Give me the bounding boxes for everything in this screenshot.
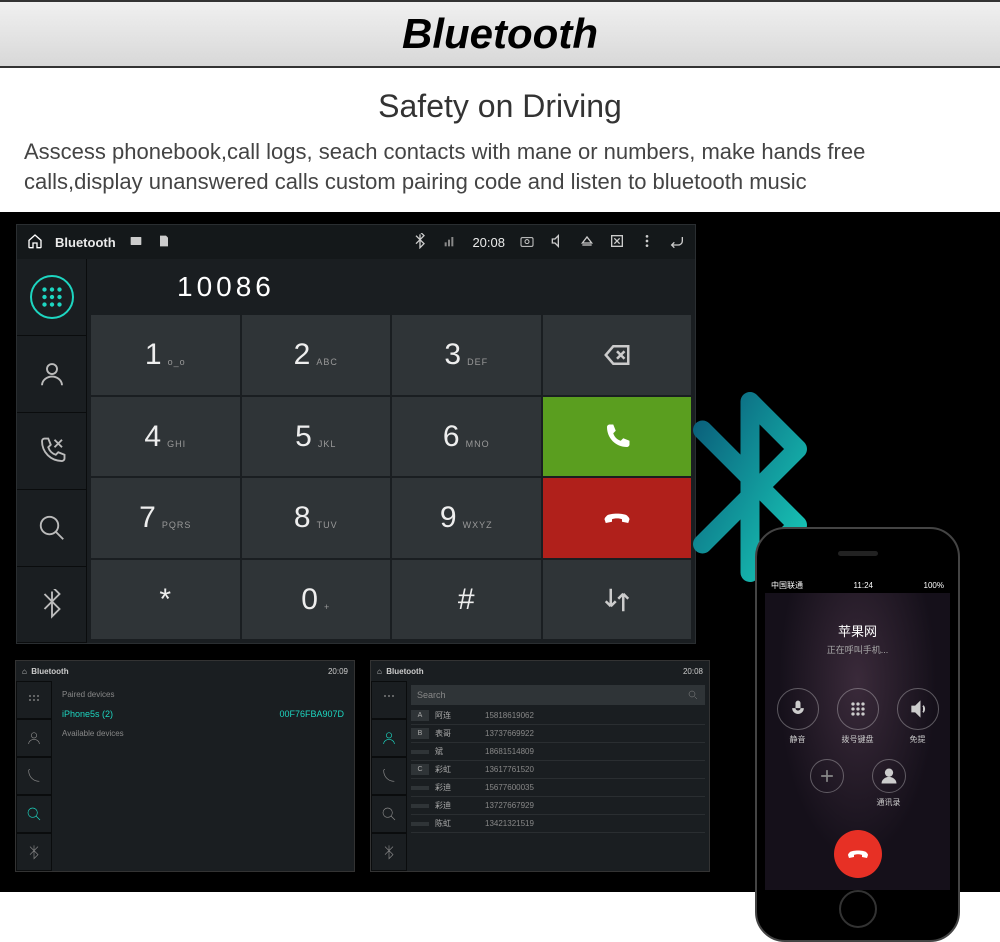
bluetooth-dialer: Bluetooth 20:08: [16, 224, 696, 644]
t1-search[interactable]: [16, 795, 52, 833]
t1-calllog[interactable]: [16, 757, 52, 795]
contacts-button[interactable]: 通讯录: [872, 759, 906, 808]
nav-bluetooth[interactable]: [17, 567, 86, 644]
keypad: 1o_o 2ABC 3DEF 4GHI 5JKL 6MNO 7PQRS 8TUV…: [87, 315, 695, 643]
key-4[interactable]: 4GHI: [91, 397, 240, 477]
back-icon[interactable]: [669, 233, 685, 252]
close-icon[interactable]: [609, 233, 625, 252]
paired-devices-screen: ⌂ Bluetooth20:09 Paired devices iPhone5s…: [15, 660, 355, 872]
subtitle: Safety on Driving: [0, 88, 1000, 125]
call-status: 正在呼叫手机...: [765, 643, 950, 656]
contact-row[interactable]: B表哥13737669922: [411, 725, 705, 743]
description: Asscess phonebook,call logs, seach conta…: [0, 137, 1000, 212]
end-call-button[interactable]: [834, 830, 882, 878]
key-star[interactable]: *: [91, 560, 240, 640]
keypad-button[interactable]: 拨号键盘: [837, 688, 879, 745]
key-8[interactable]: 8TUV: [242, 478, 391, 558]
t1-dialpad[interactable]: [16, 681, 52, 719]
title-bar: Bluetooth: [0, 0, 1000, 68]
key-1[interactable]: 1o_o: [91, 315, 240, 395]
key-7[interactable]: 7PQRS: [91, 478, 240, 558]
key-0[interactable]: 0+: [242, 560, 391, 640]
key-3[interactable]: 3DEF: [392, 315, 541, 395]
key-hash[interactable]: #: [392, 560, 541, 640]
key-5[interactable]: 5JKL: [242, 397, 391, 477]
t2-contacts[interactable]: [371, 719, 407, 757]
contact-row[interactable]: 彩迪15677600035: [411, 779, 705, 797]
home-button[interactable]: [839, 890, 877, 928]
status-time: 20:08: [472, 235, 505, 250]
paired-device[interactable]: iPhone5s (2)00F76FBA907D: [58, 704, 348, 724]
contact-row[interactable]: 斌18681514809: [411, 743, 705, 761]
t2-calllog[interactable]: [371, 757, 407, 795]
t1-contacts[interactable]: [16, 719, 52, 757]
phone-mockup: 中国联通 11:24 100% 苹果网 正在呼叫手机... 静音 拨号键盘 免提…: [755, 527, 960, 942]
bluetooth-icon: [412, 233, 428, 252]
menu-icon[interactable]: [639, 233, 655, 252]
key-2[interactable]: 2ABC: [242, 315, 391, 395]
status-bar: Bluetooth 20:08: [17, 225, 695, 259]
add-call-button[interactable]: [810, 759, 844, 808]
side-nav: [17, 259, 87, 643]
phone-carrier: 中国联通: [771, 580, 803, 591]
nav-dialpad[interactable]: [17, 259, 86, 336]
sd-icon: [156, 233, 172, 252]
phone-time: 11:24: [854, 581, 873, 590]
window-icon: [128, 233, 144, 252]
t2-bt[interactable]: [371, 833, 407, 871]
volume-icon[interactable]: [549, 233, 565, 252]
mute-button[interactable]: 静音: [777, 688, 819, 745]
t2-search[interactable]: [371, 795, 407, 833]
status-app: Bluetooth: [55, 235, 116, 250]
key-6[interactable]: 6MNO: [392, 397, 541, 477]
key-backspace[interactable]: [543, 315, 692, 395]
phone-battery: 100%: [924, 581, 944, 590]
home-icon[interactable]: [27, 233, 43, 252]
camera-icon: [519, 233, 535, 252]
avail-label: Available devices: [58, 724, 348, 743]
t2-dialpad[interactable]: [371, 681, 407, 719]
eject-icon[interactable]: [579, 233, 595, 252]
search-input[interactable]: Search: [411, 685, 705, 705]
page-title: Bluetooth: [0, 10, 1000, 58]
number-display: 10086: [87, 259, 695, 315]
contacts-screen: ⌂ Bluetooth20:08 Search A阿连15818619062B表…: [370, 660, 710, 872]
contact-row[interactable]: C彩虹13617761520: [411, 761, 705, 779]
nav-contacts[interactable]: [17, 336, 86, 413]
paired-label: Paired devices: [58, 685, 348, 704]
contact-row[interactable]: A阿连15818619062: [411, 707, 705, 725]
nav-search[interactable]: [17, 490, 86, 567]
speaker-button[interactable]: 免提: [897, 688, 939, 745]
call-title: 苹果网: [765, 621, 950, 640]
nav-call-log[interactable]: [17, 413, 86, 490]
phone-statusbar: 中国联通 11:24 100%: [765, 577, 950, 593]
contact-row[interactable]: 陈虹13421321519: [411, 815, 705, 833]
content-area: Bluetooth 20:08: [0, 212, 1000, 892]
signal-icon: [442, 233, 458, 252]
t1-bt[interactable]: [16, 833, 52, 871]
contact-row[interactable]: 彩迪13727667929: [411, 797, 705, 815]
key-9[interactable]: 9WXYZ: [392, 478, 541, 558]
